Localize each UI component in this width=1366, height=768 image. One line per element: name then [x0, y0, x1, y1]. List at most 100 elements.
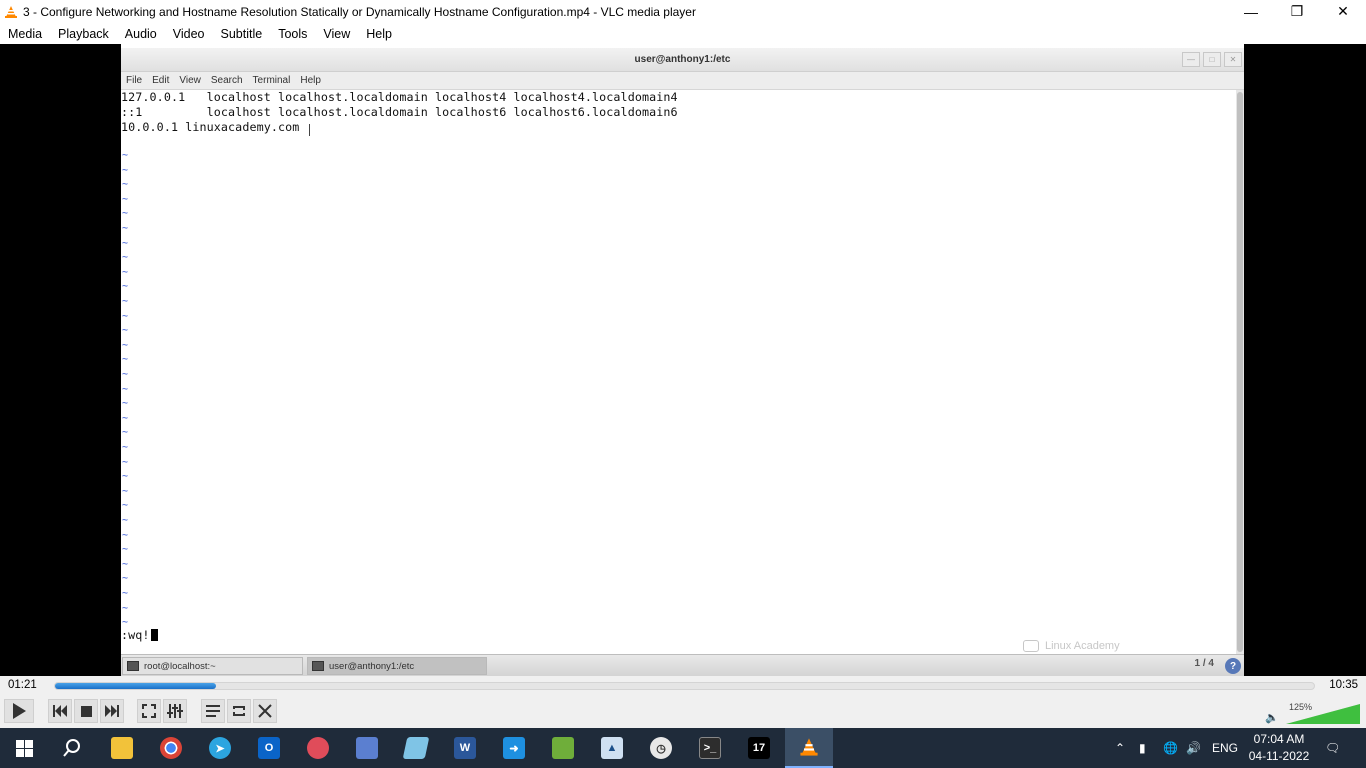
menu-view[interactable]: View — [315, 27, 358, 41]
menu-subtitle[interactable]: Subtitle — [213, 27, 271, 41]
taskbar-virtualbox[interactable]: ▲ — [588, 728, 636, 768]
word-icon: W — [454, 737, 476, 759]
vim-empty-line-tilde: ~ — [122, 325, 129, 337]
terminal-maximize-icon: □ — [1203, 52, 1221, 67]
taskbar-chrome[interactable] — [147, 728, 195, 768]
terminal-small-icon — [127, 661, 139, 671]
taskbar-terminal[interactable]: >_ — [686, 728, 734, 768]
taskbar-clock-app[interactable]: ◷ — [637, 728, 685, 768]
previous-icon — [53, 705, 67, 717]
text-cursor — [150, 629, 158, 641]
vim-empty-line-tilde: ~ — [122, 588, 129, 599]
menu-media[interactable]: Media — [0, 27, 50, 41]
taskbar-snipping[interactable] — [294, 728, 342, 768]
terminal-menu-file: File — [126, 75, 143, 86]
file-explorer-icon — [111, 737, 133, 759]
snipping-icon — [307, 737, 329, 759]
controls-row: 🔈 125% — [0, 695, 1366, 728]
vim-command-line: :wq! — [121, 628, 158, 642]
taskbar-file-explorer[interactable] — [98, 728, 146, 768]
taskbar-word[interactable]: W — [441, 728, 489, 768]
video-area[interactable]: user@anthony1:/etc — □ ✕ File Edit View … — [0, 44, 1366, 676]
show-hidden-icons-icon[interactable]: ⌃ — [1115, 728, 1125, 768]
vim-empty-line-tilde: ~ — [122, 529, 129, 541]
loop-button[interactable] — [227, 699, 251, 723]
vim-empty-line-tilde: ~ — [122, 223, 129, 234]
taskbar-telegram[interactable]: ➤ — [196, 728, 244, 768]
taskbar-clock[interactable]: 07:04 AM 04-11-2022 — [1246, 731, 1312, 765]
seek-slider[interactable] — [54, 682, 1315, 690]
vim-empty-line-tilde: ~ — [122, 383, 129, 395]
taskbar-sheet[interactable] — [539, 728, 587, 768]
vim-empty-line-tilde: ~ — [122, 602, 129, 614]
menu-help[interactable]: Help — [358, 27, 400, 41]
restore-icon[interactable]: ❐ — [1274, 0, 1320, 23]
vim-empty-line-tilde: ~ — [122, 296, 129, 307]
vim-empty-line-tilde: ~ — [122, 617, 129, 629]
search-button[interactable] — [48, 728, 96, 768]
terminal-menu-help: Help — [300, 75, 321, 86]
title-bar: 3 - Configure Networking and Hostname Re… — [0, 0, 1366, 23]
start-button[interactable] — [0, 728, 48, 768]
extended-settings-button[interactable] — [163, 699, 187, 723]
terminal-title-bar: user@anthony1:/etc — □ ✕ — [121, 48, 1244, 72]
fullscreen-button[interactable] — [137, 699, 161, 723]
vim-empty-line-tilde: ~ — [122, 266, 129, 278]
vim-empty-line-tilde: ~ — [122, 208, 129, 220]
terminal-window: user@anthony1:/etc — □ ✕ File Edit View … — [121, 44, 1244, 676]
vim-empty-line-tilde: ~ — [122, 398, 129, 410]
menu-bar: Media Playback Audio Video Subtitle Tool… — [0, 23, 1366, 44]
vim-empty-line-tilde: ~ — [122, 150, 129, 161]
minimize-icon[interactable]: — — [1228, 0, 1274, 23]
clock-time: 07:04 AM — [1253, 732, 1305, 746]
vim-empty-line-tilde: ~ — [122, 500, 129, 512]
window-title: 3 - Configure Networking and Hostname Re… — [23, 4, 696, 19]
taskbar-tradingview[interactable]: 17 — [735, 728, 783, 768]
taskbar-notes[interactable] — [392, 728, 440, 768]
speaker-icon[interactable]: 🔈 — [1265, 711, 1279, 724]
vim-empty-line-tilde: ~ — [122, 310, 129, 322]
help-icon: ? — [1225, 658, 1241, 674]
notifications-icon[interactable]: 🗨 — [1325, 728, 1340, 768]
battery-icon[interactable]: ▮ — [1139, 728, 1146, 768]
stop-icon — [80, 705, 92, 717]
vim-empty-line-tilde: ~ — [122, 442, 129, 453]
linux-academy-logo-icon — [1023, 640, 1039, 652]
playlist-icon — [206, 705, 220, 717]
sheet-icon — [552, 737, 574, 759]
taskbar-remote[interactable]: ➜ — [490, 728, 538, 768]
menu-tools[interactable]: Tools — [270, 27, 315, 41]
play-button[interactable] — [4, 699, 34, 723]
terminal-body: 127.0.0.1 localhost localhost.localdomai… — [121, 90, 1236, 654]
previous-button[interactable] — [48, 699, 72, 723]
hosts-line: ::1 localhost localhost.localdomain loca… — [121, 105, 678, 119]
shuffle-button[interactable] — [253, 699, 277, 723]
total-time[interactable]: 10:35 — [1329, 679, 1358, 691]
language-indicator[interactable]: ENG — [1212, 728, 1238, 768]
playlist-button[interactable] — [201, 699, 225, 723]
loop-icon — [233, 706, 245, 716]
volume-tray-icon[interactable]: 🔊 — [1186, 728, 1201, 768]
taskbar-network[interactable] — [343, 728, 391, 768]
vim-empty-line-tilde: ~ — [122, 515, 129, 526]
chrome-icon — [160, 737, 182, 759]
menu-video[interactable]: Video — [165, 27, 213, 41]
next-button[interactable] — [100, 699, 124, 723]
linux-task-label: root@localhost:~ — [144, 660, 216, 672]
menu-audio[interactable]: Audio — [117, 27, 165, 41]
stop-button[interactable] — [74, 699, 98, 723]
taskbar-vlc[interactable] — [785, 728, 833, 768]
vlc-cone-icon — [5, 5, 17, 18]
shuffle-icon — [258, 704, 272, 718]
virtualbox-icon: ▲ — [601, 737, 623, 759]
terminal-menu-search: Search — [210, 75, 243, 86]
close-icon[interactable]: ✕ — [1320, 0, 1366, 23]
taskbar-outlook[interactable]: O — [245, 728, 293, 768]
terminal-title: user@anthony1:/etc — [634, 54, 731, 65]
menu-playback[interactable]: Playback — [50, 27, 117, 41]
globe-icon[interactable]: 🌐 — [1163, 728, 1178, 768]
vim-empty-line-tilde: ~ — [122, 339, 129, 351]
terminal-menu-bar: File Edit View Search Terminal Help — [121, 72, 1244, 90]
vim-empty-line-tilde: ~ — [122, 237, 129, 249]
terminal-scrollbar — [1236, 90, 1244, 654]
